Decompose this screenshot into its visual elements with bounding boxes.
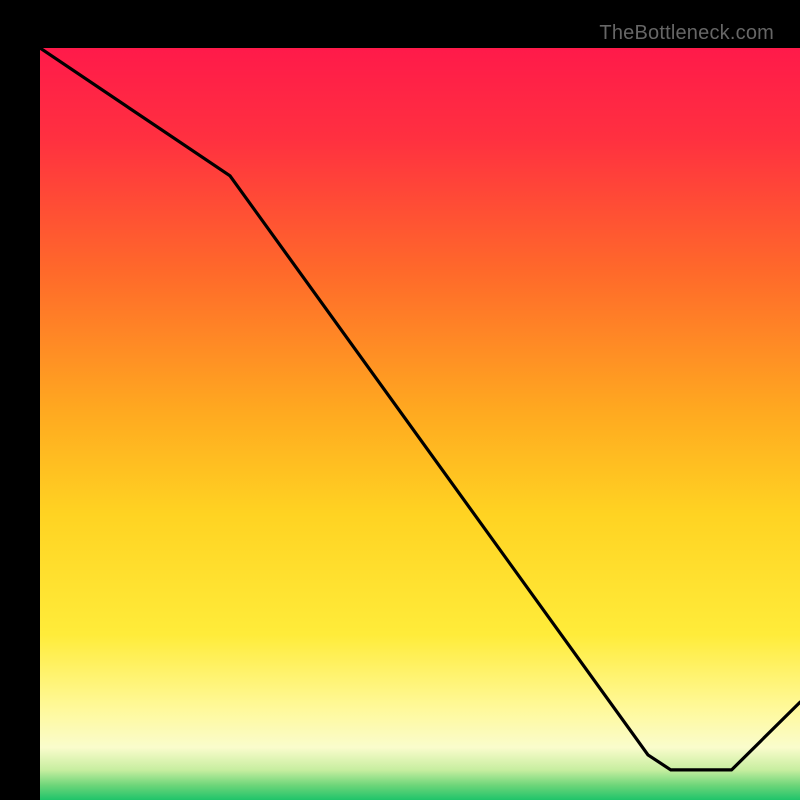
chart-frame: TheBottleneck.com bbox=[20, 20, 780, 780]
gradient-backdrop bbox=[40, 48, 800, 800]
watermark-text: TheBottleneck.com bbox=[599, 22, 774, 45]
bottleneck-chart bbox=[40, 48, 800, 800]
